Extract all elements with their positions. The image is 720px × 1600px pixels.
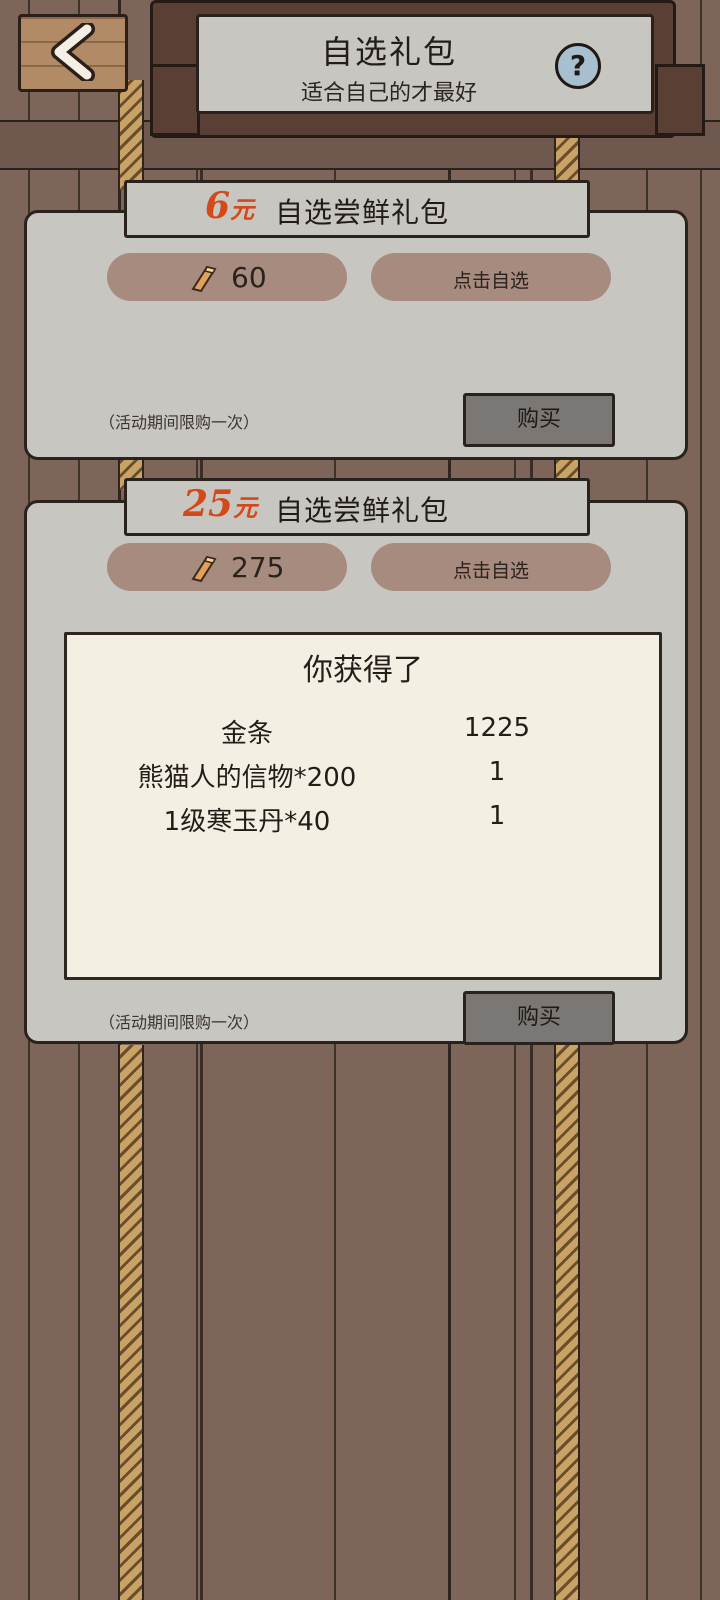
header-sign: 自选礼包 适合自己的才最好 ?	[196, 14, 654, 114]
reward-qty: 1	[488, 757, 506, 787]
page-title: 自选礼包	[320, 33, 457, 71]
reward-qty: 1225	[463, 713, 531, 743]
reward-row: 熊猫人的信物*200 1	[67, 757, 659, 797]
header-sign-bracket	[655, 64, 705, 136]
dialog-title: 你获得了	[303, 653, 423, 688]
price-number: 6	[205, 185, 231, 227]
game-screen: 自选礼包 适合自己的才最好 ? 60 点击自选 （活动期间限购一次） 购买 6元…	[0, 0, 720, 1600]
pack-header: 6元 自选尝鲜礼包	[124, 180, 590, 238]
reward-row: 金条 1225	[67, 713, 659, 753]
buy-button[interactable]: 购买	[463, 991, 615, 1045]
gold-amount: 60	[231, 261, 267, 294]
gold-amount: 275	[231, 551, 285, 584]
rope	[118, 80, 144, 190]
plank-seam	[700, 0, 702, 1600]
gold-bar-icon	[191, 265, 217, 293]
gold-bar-icon	[191, 555, 217, 583]
reward-name: 熊猫人的信物*200	[137, 763, 357, 793]
header-sign-bracket	[150, 64, 200, 136]
pick-label: 点击自选	[452, 270, 529, 292]
pack-price: 6元	[205, 185, 254, 227]
pick-label: 点击自选	[452, 560, 529, 582]
limit-note: （活动期间限购一次）	[99, 1013, 260, 1032]
rope	[554, 1045, 580, 1600]
limit-note: （活动期间限购一次）	[99, 413, 260, 432]
pack-card-6: 60 点击自选 （活动期间限购一次） 购买	[24, 210, 688, 460]
pack-price: 25元	[183, 483, 257, 525]
pack-header: 25元 自选尝鲜礼包	[124, 478, 590, 536]
price-number: 25	[183, 483, 234, 525]
back-button[interactable]	[18, 14, 128, 92]
help-button[interactable]: ?	[555, 43, 601, 89]
back-arrow-icon	[51, 23, 95, 81]
pack-name: 自选尝鲜礼包	[275, 196, 450, 229]
rope	[118, 1045, 144, 1600]
price-unit: 元	[233, 493, 258, 522]
reward-name: 金条	[220, 719, 273, 749]
help-icon: ?	[569, 49, 587, 82]
reward-name: 1级寒玉丹*40	[163, 807, 331, 837]
reward-dialog[interactable]: 你获得了 金条 1225 熊猫人的信物*200 1 1级寒玉丹*40 1	[64, 632, 662, 980]
pick-button[interactable]: 点击自选	[371, 253, 611, 301]
gold-amount-pill: 60	[107, 253, 347, 301]
gold-amount-pill: 275	[107, 543, 347, 591]
buy-button[interactable]: 购买	[463, 393, 615, 447]
price-unit: 元	[230, 195, 255, 224]
pick-button[interactable]: 点击自选	[371, 543, 611, 591]
page-subtitle: 适合自己的才最好	[300, 81, 477, 106]
pack-name: 自选尝鲜礼包	[275, 494, 450, 527]
reward-row: 1级寒玉丹*40 1	[67, 801, 659, 841]
reward-qty: 1	[488, 801, 506, 831]
